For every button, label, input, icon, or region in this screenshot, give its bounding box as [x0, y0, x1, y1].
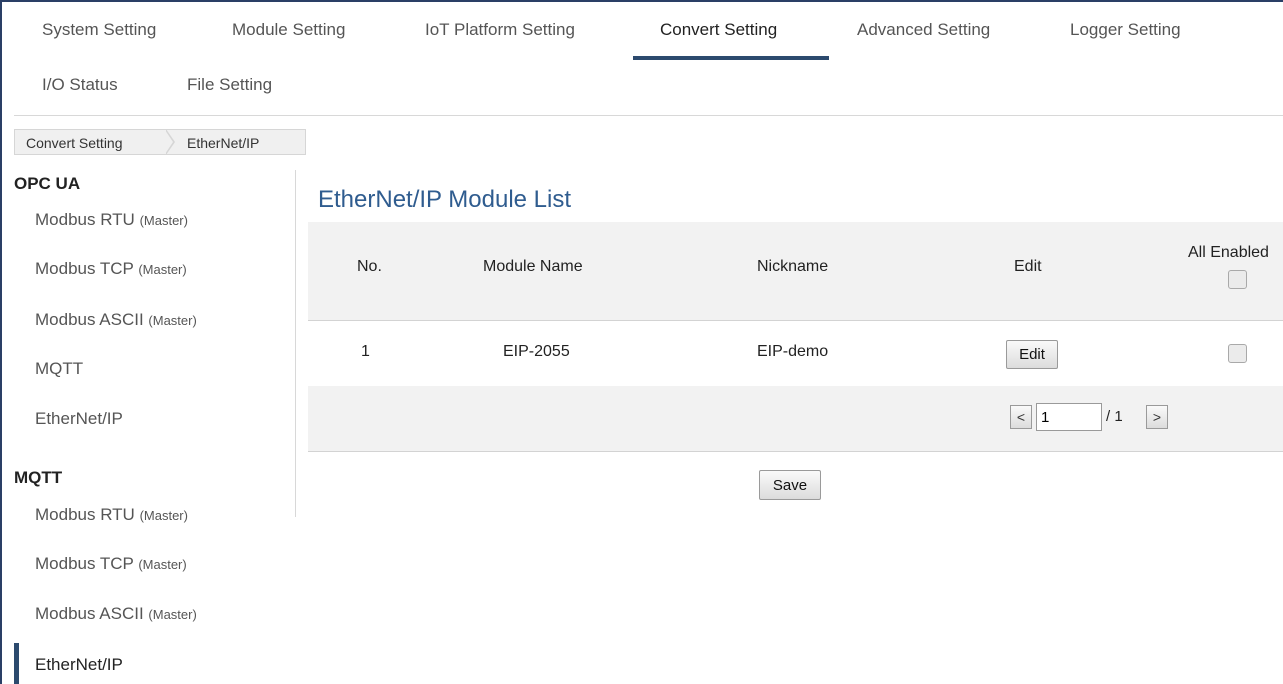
breadcrumb-item-ethernetip: EtherNet/IP — [166, 129, 306, 155]
sidebar-item-tag: (Master) — [139, 213, 188, 228]
sidebar-item-tag: (Master) — [139, 508, 188, 523]
pagination-bar — [308, 386, 1283, 451]
page-title: EtherNet/IP Module List — [318, 186, 572, 213]
tab-iot-platform-setting[interactable]: IoT Platform Setting — [425, 20, 575, 40]
tab-logger-setting[interactable]: Logger Setting — [1070, 20, 1181, 40]
column-header-module-name: Module Name — [483, 258, 583, 275]
sidebar-heading-mqtt: MQTT — [14, 468, 63, 487]
window-left-border — [0, 0, 2, 684]
sidebar-item-label: Modbus TCP — [35, 259, 134, 278]
page-number-input[interactable] — [1036, 403, 1102, 431]
sidebar-divider — [295, 170, 296, 517]
breadcrumb-separator-fill — [165, 130, 173, 154]
row-divider — [308, 320, 1283, 321]
tab-file-setting[interactable]: File Setting — [187, 75, 272, 95]
sidebar-item-label: Modbus RTU — [35, 210, 135, 229]
sidebar-item-tag: (Master) — [138, 557, 187, 572]
tab-module-setting[interactable]: Module Setting — [232, 20, 345, 40]
sidebar-item-mqtt-modbus-ascii[interactable]: Modbus ASCII (Master) — [35, 604, 197, 624]
tab-system-setting[interactable]: System Setting — [42, 20, 156, 40]
sidebar-item-opcua-modbus-ascii[interactable]: Modbus ASCII (Master) — [35, 310, 197, 330]
sidebar-item-opcua-mqtt[interactable]: MQTT — [35, 359, 83, 379]
header-divider — [14, 115, 1283, 116]
sidebar-item-tag: (Master) — [148, 313, 197, 328]
column-header-edit: Edit — [1014, 258, 1042, 275]
sidebar-item-label: Modbus TCP — [35, 554, 134, 573]
sidebar-item-label: Modbus RTU — [35, 505, 135, 524]
tab-io-status[interactable]: I/O Status — [42, 75, 118, 95]
page-total: / 1 — [1106, 408, 1123, 425]
sidebar-item-opcua-ethernetip[interactable]: EtherNet/IP — [35, 409, 123, 429]
next-page-button[interactable]: > — [1146, 405, 1168, 429]
sidebar-item-opcua-modbus-rtu[interactable]: Modbus RTU (Master) — [35, 210, 188, 230]
all-enabled-checkbox[interactable] — [1228, 270, 1247, 289]
save-button[interactable]: Save — [759, 470, 821, 500]
cell-nickname: EIP-demo — [757, 343, 829, 360]
edit-button[interactable]: Edit — [1006, 340, 1058, 369]
sidebar-item-tag: (Master) — [138, 262, 187, 277]
sidebar-item-label: Modbus ASCII — [35, 310, 144, 329]
cell-no: 1 — [361, 343, 370, 360]
sidebar-item-mqtt-ethernetip[interactable]: EtherNet/IP — [35, 655, 123, 675]
column-header-nickname: Nickname — [757, 258, 829, 275]
row-enabled-checkbox[interactable] — [1228, 344, 1247, 363]
tab-convert-setting[interactable]: Convert Setting — [660, 20, 777, 40]
breadcrumb-item-convert-setting[interactable]: Convert Setting — [14, 129, 167, 155]
tab-advanced-setting[interactable]: Advanced Setting — [857, 20, 990, 40]
window-top-border — [0, 0, 1283, 2]
sidebar-item-mqtt-modbus-tcp[interactable]: Modbus TCP (Master) — [35, 554, 187, 574]
sidebar-item-tag: (Master) — [148, 607, 197, 622]
sidebar-heading-opc-ua: OPC UA — [14, 174, 81, 193]
cell-module-name: EIP-2055 — [503, 343, 570, 360]
sidebar-item-label: MQTT — [35, 359, 84, 378]
sidebar-item-label: EtherNet/IP — [35, 409, 123, 428]
column-header-all-enabled: All Enabled — [1188, 244, 1269, 261]
sidebar-item-label: EtherNet/IP — [35, 655, 123, 674]
prev-page-button[interactable]: < — [1010, 405, 1032, 429]
sidebar-item-label: Modbus ASCII — [35, 604, 144, 623]
sidebar-item-mqtt-modbus-rtu[interactable]: Modbus RTU (Master) — [35, 505, 188, 525]
sidebar-active-indicator — [14, 643, 19, 684]
active-tab-indicator — [633, 56, 829, 60]
column-header-no: No. — [357, 258, 382, 275]
sidebar-item-opcua-modbus-tcp[interactable]: Modbus TCP (Master) — [35, 259, 187, 279]
row-divider — [308, 451, 1283, 452]
